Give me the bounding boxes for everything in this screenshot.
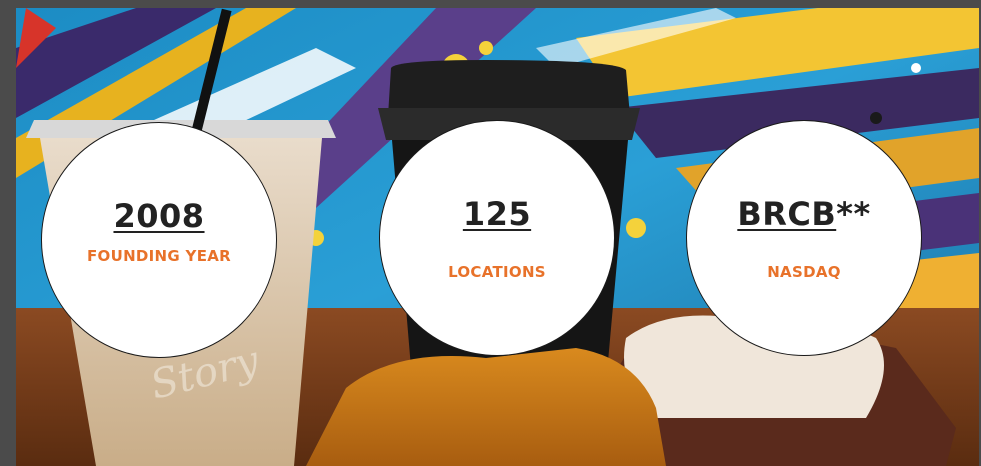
locations-circle: 125 LOCATIONS [379,120,615,356]
locations-value: 125 [462,195,532,233]
founding-year-value: 2008 [113,197,205,235]
exchange-label: NASDAQ [767,263,841,281]
founding-year-circle: 2008 FOUNDING YEAR [41,122,277,358]
founding-year-label: FOUNDING YEAR [86,247,232,265]
ticker-value: BRCB** [737,195,871,233]
locations-label: LOCATIONS [448,263,546,281]
page-frame: 2008 FOUNDING YEAR 125 LOCATIONS BRCB** … [0,0,981,466]
ticker-circle: BRCB** NASDAQ [686,120,922,356]
